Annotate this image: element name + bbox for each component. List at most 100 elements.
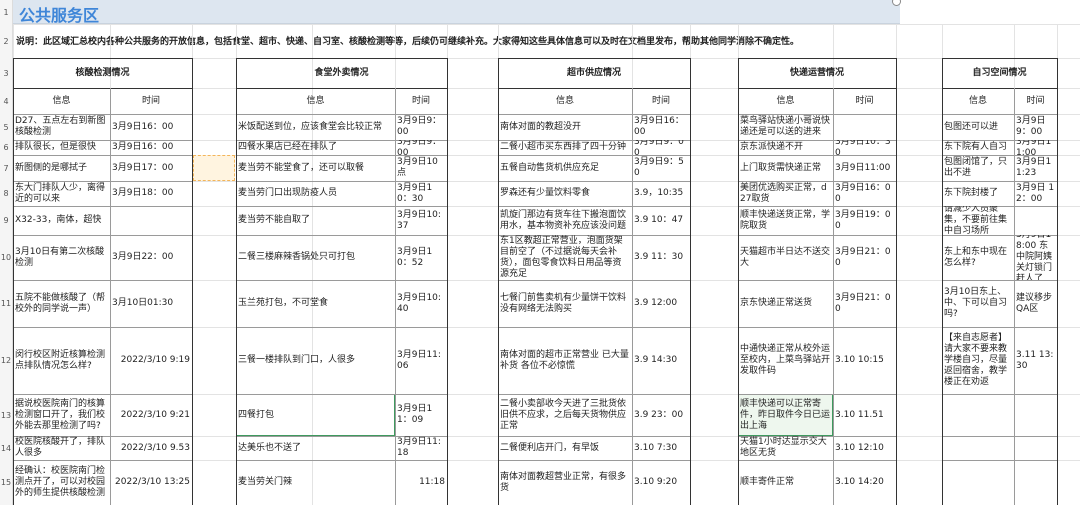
column-header-time[interactable]: 时间	[110, 88, 192, 114]
time-cell[interactable]: 3月9日21：00	[833, 280, 896, 327]
time-cell[interactable]: 3月9日22：00	[110, 235, 192, 280]
time-cell[interactable]: 3月9日19：00	[833, 206, 896, 235]
row-number[interactable]: 4	[0, 88, 13, 114]
info-cell[interactable]: 东上和东中现在怎么样?	[942, 235, 1014, 280]
column-header-time[interactable]: 时间	[833, 88, 896, 114]
info-cell[interactable]: 顺丰快递送货正常，学院取货	[738, 206, 833, 235]
time-cell[interactable]: 3月9日10:37	[395, 206, 447, 235]
time-cell[interactable]: 3月9日11:00	[833, 155, 896, 181]
time-cell[interactable]: 2022/3/10 13:25	[110, 460, 192, 505]
info-cell[interactable]: 二餐三楼麻辣香锅处只可打包	[236, 235, 395, 280]
info-cell[interactable]: 玉兰苑打包，不可堂食	[236, 280, 395, 327]
time-cell[interactable]: 3月9日21：00	[833, 235, 896, 280]
info-cell[interactable]: 天猫1小时达显示交大地区无货	[738, 436, 833, 460]
column-header-time[interactable]: 时间	[395, 88, 447, 114]
info-cell[interactable]: 二餐小卖部收今天进了三批货依旧供不应求，之后每天货物供应正常	[498, 394, 632, 436]
info-cell[interactable]	[942, 394, 1014, 436]
section-title[interactable]: 食堂外卖情况	[236, 58, 447, 88]
time-cell[interactable]: 3月9日9：00	[1014, 114, 1057, 140]
info-cell[interactable]: 京东快递正常送货	[738, 280, 833, 327]
time-cell[interactable]: 3月9日9：50	[632, 155, 690, 181]
info-cell[interactable]: 上门取货需快递正常	[738, 155, 833, 181]
row-number[interactable]: 6	[0, 140, 13, 155]
time-cell[interactable]: 3月9日16：00	[833, 181, 896, 206]
time-cell[interactable]	[1014, 394, 1057, 436]
time-cell[interactable]: 3.10 10:15	[833, 327, 896, 394]
row-number[interactable]: 2	[0, 24, 13, 58]
column-header-info[interactable]: 信息	[942, 88, 1014, 114]
row-number[interactable]: 11	[0, 280, 13, 327]
time-cell[interactable]: 3.10 9:20	[632, 460, 690, 505]
time-cell[interactable]: 3月9日18:00 东中院阿姨关灯锁门赶人了	[1014, 235, 1057, 280]
info-cell[interactable]: 3月10日东上、中、下可以自习吗?	[942, 280, 1014, 327]
info-cell[interactable]: 天猫超市半日达不送交大	[738, 235, 833, 280]
info-cell[interactable]	[942, 460, 1014, 505]
time-cell[interactable]: 3.10 11.51	[833, 394, 896, 436]
info-cell[interactable]: 三餐一楼排队到门口，人很多	[236, 327, 395, 394]
time-cell[interactable]: 3月9日17：00	[110, 155, 192, 181]
time-cell[interactable]: 3.10 7:30	[632, 436, 690, 460]
section-title[interactable]: 快递运营情况	[738, 58, 896, 88]
time-cell[interactable]: 3.10 14:20	[833, 460, 896, 505]
info-cell[interactable]: 南体对面的超市正常营业 已大量补货 各位不必惊慌	[498, 327, 632, 394]
info-cell[interactable]: 五院不能做核酸了（帮校外的同学说一声）	[13, 280, 110, 327]
time-cell[interactable]: 3月9日11:00	[1014, 140, 1057, 155]
info-cell[interactable]: 3月10日有第二次核酸检测	[13, 235, 110, 280]
info-cell[interactable]: 达美乐也不送了	[236, 436, 395, 460]
row-number[interactable]: 3	[0, 58, 13, 88]
row-number[interactable]: 12	[0, 327, 13, 394]
time-cell[interactable]: 3月9日16：00	[110, 114, 192, 140]
time-cell[interactable]: 3月9日10：30	[833, 140, 896, 155]
time-cell[interactable]: 3月9日9：00	[632, 140, 690, 155]
info-cell[interactable]: 校医院核酸开了，排队人很多	[13, 436, 110, 460]
time-cell[interactable]: 3.9 23：00	[632, 394, 690, 436]
time-cell[interactable]: 建议移步QA区	[1014, 280, 1057, 327]
info-cell[interactable]: 凯旋门那边有货车往下搬泡面饮用水，基本物资补充应该没问题	[498, 206, 632, 235]
time-cell[interactable]	[1014, 206, 1057, 235]
time-cell[interactable]: 3.9，10:35	[632, 181, 690, 206]
info-cell[interactable]: 【来自志愿者】请大家不要来教学楼自习，尽量返回宿舍，教学楼正在劝返	[942, 327, 1014, 394]
time-cell[interactable]: 3月9日11:06	[395, 327, 447, 394]
time-cell[interactable]: 3.10 12:10	[833, 436, 896, 460]
info-cell[interactable]: 包图还可以进	[942, 114, 1014, 140]
info-cell[interactable]: 二餐小超市买东西排了四十分钟	[498, 140, 632, 155]
row-number[interactable]: 10	[0, 235, 13, 280]
section-title[interactable]: 超市供应情况	[498, 58, 690, 88]
info-cell[interactable]: 请减少人员聚集，不要前往集中自习场所	[942, 206, 1014, 235]
info-cell[interactable]: 七餐门前售卖机有少量饼干饮料没有网络无法购买	[498, 280, 632, 327]
time-cell[interactable]	[1014, 436, 1057, 460]
info-cell[interactable]: 二餐便利店开门，有早饭	[498, 436, 632, 460]
info-cell[interactable]: 菜鸟驿站快递小哥说快递还是可以送的进来	[738, 114, 833, 140]
column-header-time[interactable]: 时间	[1014, 88, 1057, 114]
time-cell[interactable]: 3月9日16：00	[632, 114, 690, 140]
time-cell[interactable]: 3月9日18：00	[110, 181, 192, 206]
column-header-info[interactable]: 信息	[738, 88, 833, 114]
info-cell[interactable]: 四餐打包	[236, 394, 395, 436]
row-number[interactable]: 13	[0, 394, 13, 436]
time-cell[interactable]: 3月9日 12：00	[1014, 181, 1057, 206]
time-cell[interactable]	[110, 206, 192, 235]
info-cell[interactable]: D27、五点左右到新图核酸检测	[13, 114, 110, 140]
info-cell[interactable]: 闵行校区附近核算检测点排队情况怎么样?	[13, 327, 110, 394]
info-cell[interactable]: 新图侧的是哪拭子	[13, 155, 110, 181]
time-cell[interactable]: 3月9日11:18	[395, 436, 447, 460]
row-number[interactable]: 9	[0, 206, 13, 235]
info-cell[interactable]	[942, 436, 1014, 460]
time-cell[interactable]: 3月9日10：30	[395, 181, 447, 206]
time-cell[interactable]: 3月9日10:40	[395, 280, 447, 327]
info-cell[interactable]: 南体对面教超营业正常，有很多货	[498, 460, 632, 505]
column-header-info[interactable]: 信息	[236, 88, 395, 114]
info-cell[interactable]: 据说校医院南门的核算检测窗口开了，我们校外能去那里检测了吗?	[13, 394, 110, 436]
time-cell[interactable]	[1014, 460, 1057, 505]
info-cell[interactable]: 罗森还有少量饮料零食	[498, 181, 632, 206]
time-cell[interactable]: 3月9日11:23	[1014, 155, 1057, 181]
row-number[interactable]: 15	[0, 460, 13, 505]
time-cell[interactable]	[833, 114, 896, 140]
time-cell[interactable]: 3月9日10点	[395, 155, 447, 181]
info-cell[interactable]: 包图闭馆了，只出不进	[942, 155, 1014, 181]
column-header-info[interactable]: 信息	[13, 88, 110, 114]
row-number[interactable]: 8	[0, 181, 13, 206]
info-cell[interactable]: 四餐水果店已经在排队了	[236, 140, 395, 155]
time-cell[interactable]: 3月9日9：00	[395, 114, 447, 140]
info-cell[interactable]: 麦当劳不能自取了	[236, 206, 395, 235]
